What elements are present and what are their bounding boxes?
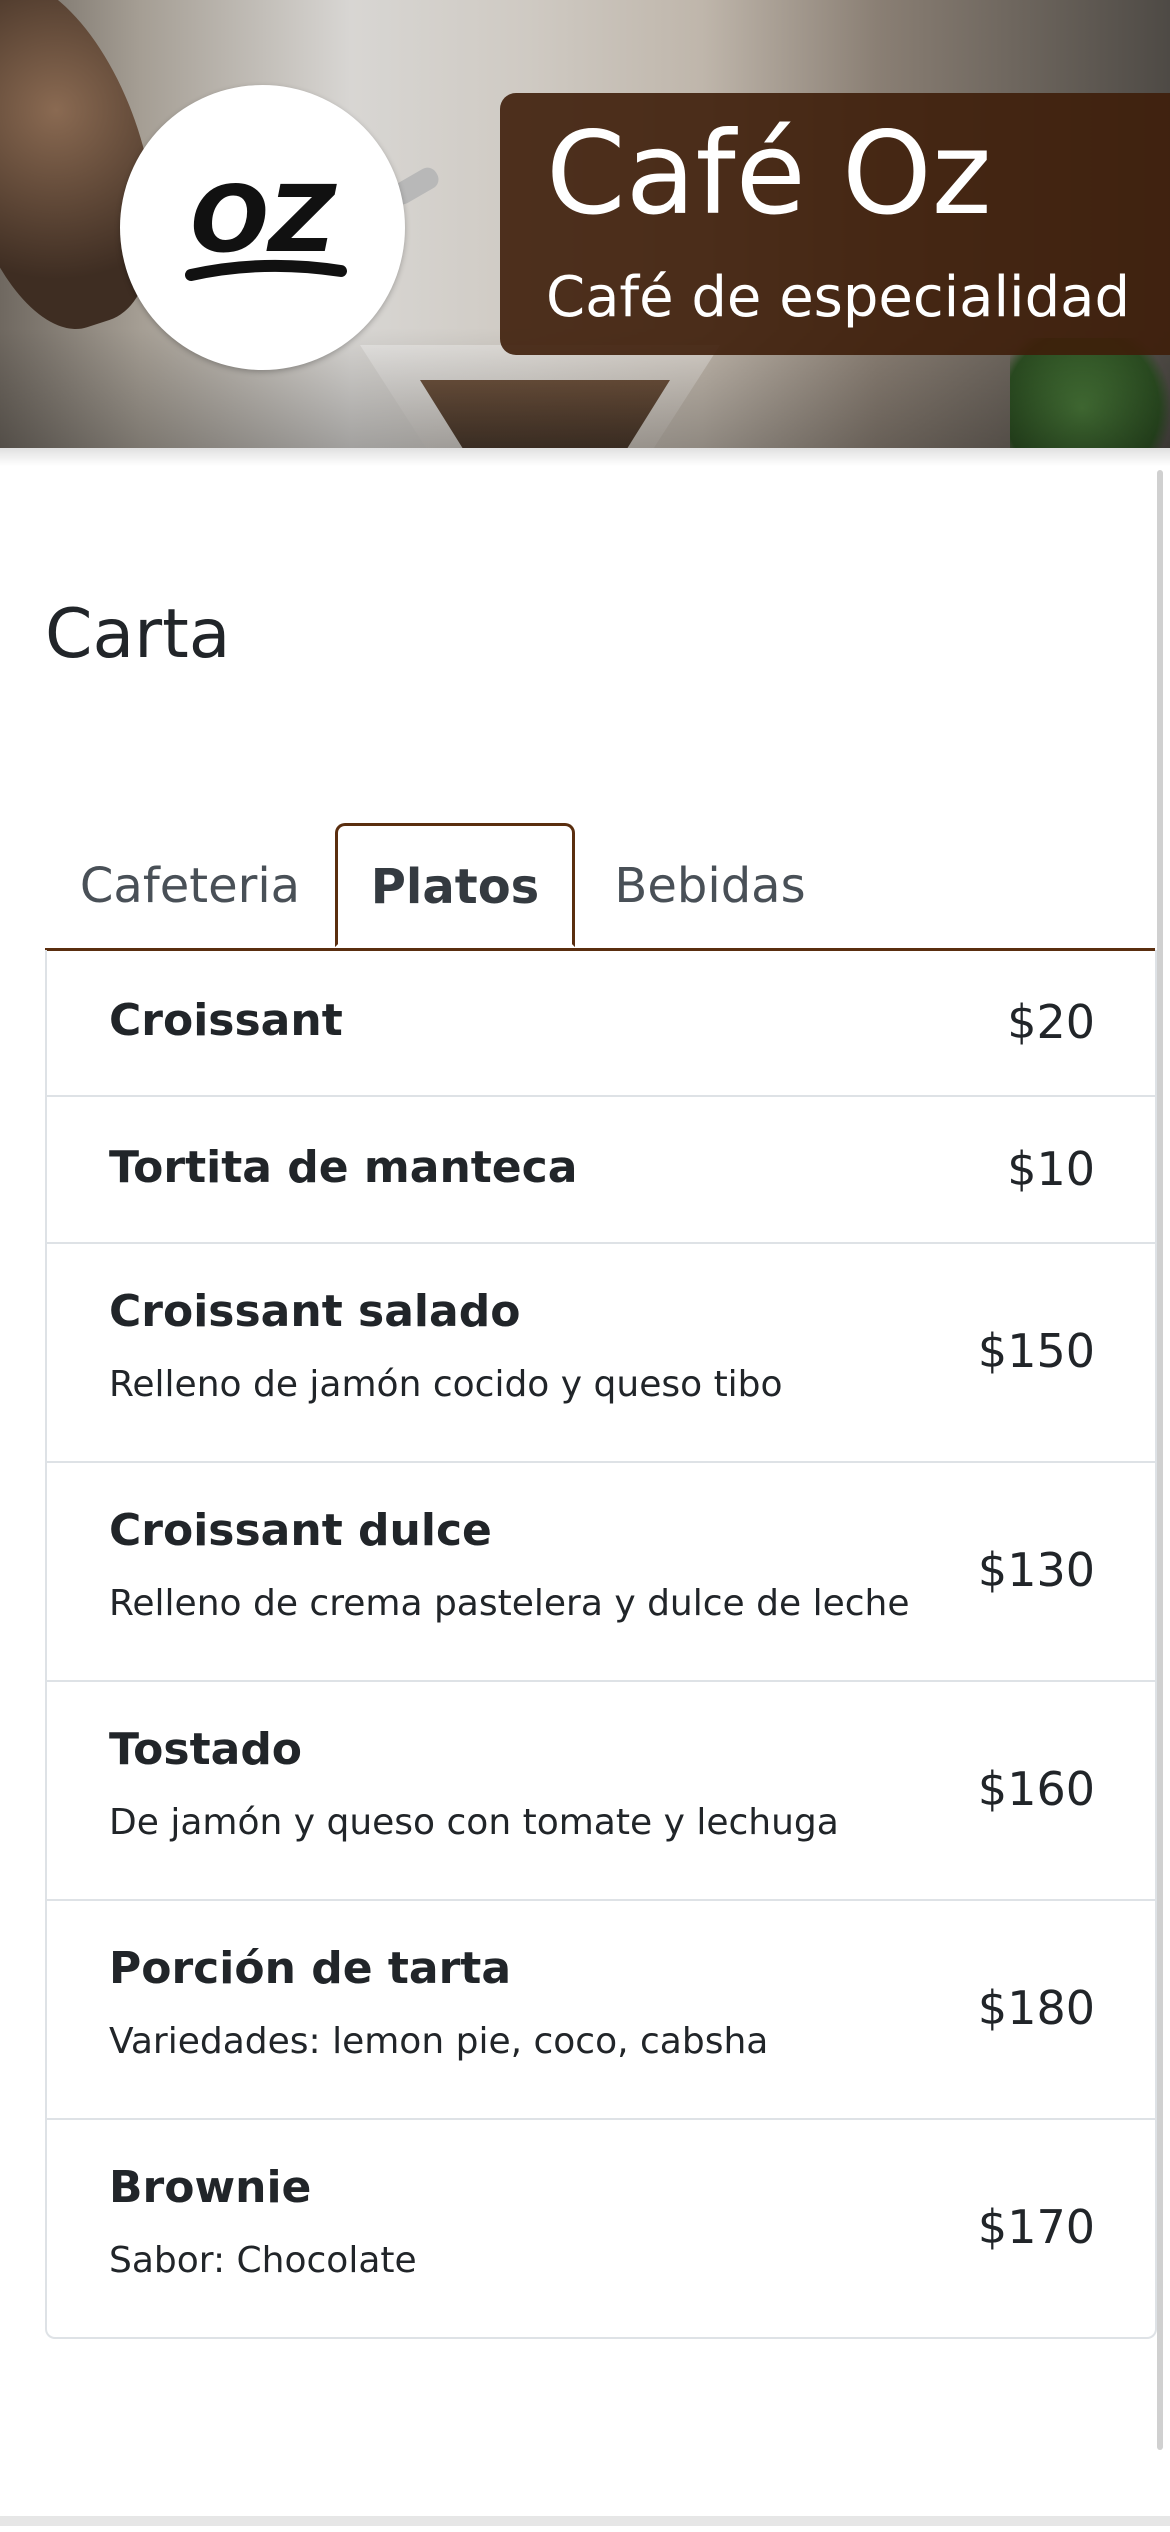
page-title: Café Oz [546, 107, 992, 240]
item-name: Croissant salado [109, 1286, 521, 1337]
bottom-divider [0, 2516, 1170, 2526]
list-item[interactable]: Brownie Sabor: Chocolate $170 [47, 2120, 1155, 2337]
section-title: Carta [45, 595, 231, 674]
list-item[interactable]: Porción de tarta Variedades: lemon pie, … [47, 1901, 1155, 2120]
list-item[interactable]: Croissant $20 [47, 950, 1155, 1097]
item-name: Croissant [109, 995, 343, 1046]
header-shadow [0, 448, 1170, 466]
page-subtitle: Café de especialidad [546, 265, 1131, 330]
item-price: $150 [977, 1324, 1095, 1378]
item-name: Tortita de manteca [109, 1142, 578, 1193]
logo-icon: OZ [184, 166, 347, 281]
menu-tabs: Cafeteria Platos Bebidas [45, 823, 1155, 951]
item-description: Variedades: lemon pie, coco, cabsha [109, 2021, 769, 2062]
item-price: $20 [1007, 995, 1095, 1049]
item-price: $10 [1007, 1142, 1095, 1196]
item-price: $170 [977, 2200, 1095, 2254]
cafe-logo: OZ [120, 85, 405, 370]
list-item[interactable]: Croissant salado Relleno de jamón cocido… [47, 1244, 1155, 1463]
tab-bebidas[interactable]: Bebidas [585, 823, 835, 945]
item-name: Croissant dulce [109, 1505, 492, 1556]
item-price: $130 [977, 1543, 1095, 1597]
menu-list: Croissant $20 Tortita de manteca $10 Cro… [45, 950, 1157, 2339]
item-description: Relleno de crema pastelera y dulce de le… [109, 1583, 910, 1624]
item-description: Sabor: Chocolate [109, 2240, 417, 2281]
hero-banner: OZ Café Oz Café de especialidad [0, 0, 1170, 448]
list-item[interactable]: Tortita de manteca $10 [47, 1097, 1155, 1244]
scrollbar[interactable] [1157, 470, 1163, 2450]
item-description: Relleno de jamón cocido y queso tibo [109, 1364, 783, 1405]
item-name: Tostado [109, 1724, 303, 1775]
list-item[interactable]: Croissant dulce Relleno de crema pastele… [47, 1463, 1155, 1682]
item-price: $160 [977, 1762, 1095, 1816]
list-item[interactable]: Tostado De jamón y queso con tomate y le… [47, 1682, 1155, 1901]
item-price: $180 [977, 1981, 1095, 2035]
item-name: Porción de tarta [109, 1943, 512, 1994]
tab-cafeteria[interactable]: Cafeteria [45, 823, 335, 945]
item-description: De jamón y queso con tomate y lechuga [109, 1802, 839, 1843]
item-name: Brownie [109, 2162, 312, 2213]
tab-platos[interactable]: Platos [335, 823, 575, 947]
svg-text:OZ: OZ [190, 166, 337, 273]
title-box: Café Oz Café de especialidad [500, 93, 1170, 355]
